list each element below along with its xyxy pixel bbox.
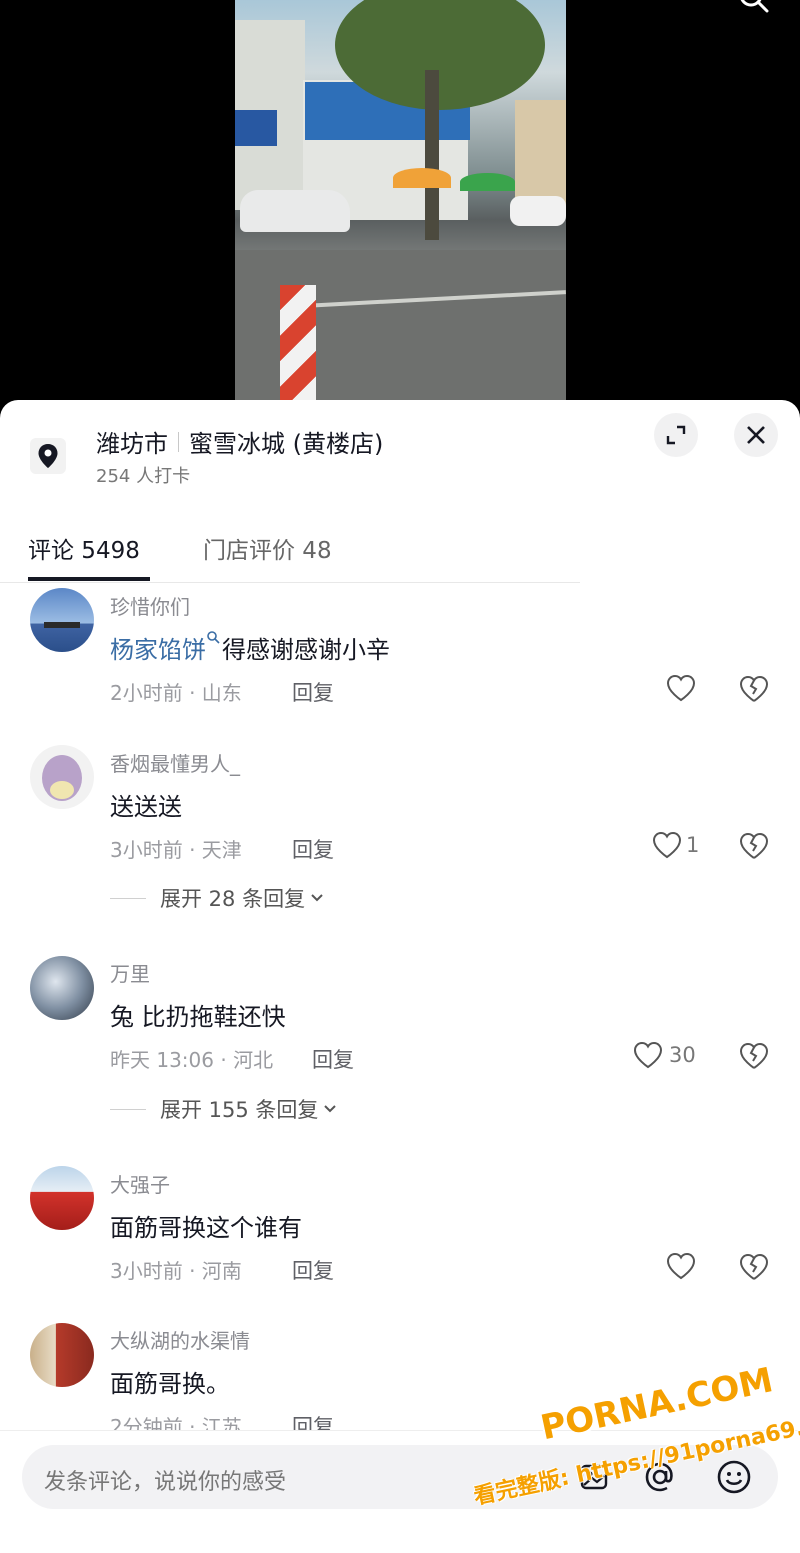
- like-button[interactable]: 30: [633, 1041, 696, 1069]
- comment-text: 杨家馅饼 得感谢感谢小辛: [110, 630, 390, 665]
- expand-replies-button[interactable]: 展开 155 条回复: [110, 1094, 338, 1124]
- title-divider: [178, 431, 179, 452]
- mention-search-icon: [207, 631, 220, 644]
- reply-button[interactable]: 回复: [292, 834, 334, 864]
- comment-input-placeholder: 发条评论，说说你的感受: [44, 1470, 287, 1495]
- checkin-count: 254 人打卡: [96, 466, 191, 487]
- like-button[interactable]: [666, 674, 696, 702]
- comment-meta: 2小时前 · 山东: [110, 681, 242, 705]
- broken-heart-icon[interactable]: [739, 1253, 769, 1281]
- reply-button[interactable]: 回复: [312, 1044, 354, 1074]
- avatar[interactable]: [30, 588, 94, 652]
- comment-username[interactable]: 香烟最懂男人_: [110, 748, 240, 777]
- comment-username[interactable]: 大强子: [110, 1169, 170, 1198]
- broken-heart-icon[interactable]: [739, 675, 769, 703]
- comment-username[interactable]: 大纵湖的水渠情: [110, 1325, 250, 1354]
- reply-button[interactable]: 回复: [292, 677, 334, 707]
- close-icon: [747, 426, 765, 444]
- tab-store-reviews[interactable]: 门店评价 48: [203, 531, 332, 565]
- location-pin-icon: [30, 438, 66, 474]
- broken-heart-icon[interactable]: [739, 1042, 769, 1070]
- chevron-down-icon: [311, 894, 323, 902]
- comment-body: 得感谢感谢小辛: [222, 636, 390, 664]
- heart-icon: [666, 674, 696, 702]
- comment-mention[interactable]: 杨家馅饼: [110, 636, 206, 664]
- expand-replies-label: 展开 28 条回复: [160, 887, 306, 911]
- comment-username[interactable]: 珍惜你们: [110, 591, 190, 620]
- heart-icon: [666, 1252, 696, 1280]
- video-player[interactable]: [0, 0, 800, 400]
- comment-meta: 3小时前 · 河南: [110, 1259, 242, 1283]
- search-icon[interactable]: [738, 0, 770, 14]
- expand-icon: [666, 425, 686, 445]
- comment-body: 兔 比扔拖鞋还快: [110, 1003, 286, 1031]
- expand-replies-button[interactable]: 展开 28 条回复: [110, 883, 325, 913]
- avatar[interactable]: [30, 1166, 94, 1230]
- tab-indicator: [28, 577, 150, 581]
- avatar[interactable]: [30, 956, 94, 1020]
- comment-body: 面筋哥换。: [110, 1370, 230, 1398]
- location-name: 蜜雪冰城 (黄楼店): [189, 430, 384, 458]
- comment-meta: 3小时前 · 天津: [110, 838, 242, 862]
- like-count: 30: [669, 1043, 696, 1067]
- chevron-down-icon: [324, 1105, 337, 1113]
- expand-replies-label: 展开 155 条回复: [160, 1098, 319, 1122]
- comment-username[interactable]: 万里: [110, 958, 150, 987]
- comment-body: 送送送: [110, 793, 182, 821]
- reply-button[interactable]: 回复: [292, 1255, 334, 1285]
- video-frame: [235, 0, 566, 400]
- tab-bar: 评论 5498 门店评价 48: [0, 525, 580, 583]
- heart-icon: [652, 831, 682, 859]
- like-button[interactable]: 1: [652, 831, 699, 859]
- like-button[interactable]: [666, 1252, 696, 1280]
- heart-icon: [633, 1041, 663, 1069]
- expand-button[interactable]: [654, 413, 698, 457]
- close-button[interactable]: [734, 413, 778, 457]
- like-count: 1: [686, 833, 700, 857]
- comment-body: 面筋哥换这个谁有: [110, 1214, 302, 1242]
- comment-meta: 昨天 13:06 · 河北: [110, 1048, 274, 1072]
- tab-comments[interactable]: 评论 5498: [28, 531, 140, 565]
- location-city: 潍坊市: [96, 430, 168, 458]
- location-title[interactable]: 潍坊市 蜜雪冰城 (黄楼店): [96, 424, 383, 459]
- broken-heart-icon[interactable]: [739, 832, 769, 860]
- avatar[interactable]: [30, 745, 94, 809]
- avatar[interactable]: [30, 1323, 94, 1387]
